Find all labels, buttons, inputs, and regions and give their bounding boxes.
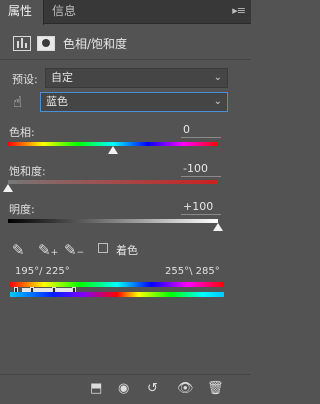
layer-mask-icon[interactable] xyxy=(37,36,55,51)
hue-value-field[interactable]: 0 xyxy=(181,123,221,138)
reset-icon[interactable]: ↺ xyxy=(147,381,158,396)
range-right-text: 255°\ 285° xyxy=(165,266,220,277)
input-color-bar xyxy=(10,282,224,287)
colorize-label: 着色 xyxy=(116,244,138,257)
hue-saturation-adjustment-icon xyxy=(13,36,31,51)
lightness-label: 明度: xyxy=(9,203,35,216)
channel-select[interactable]: 蓝色 ⌄ xyxy=(40,92,228,112)
preset-value: 自定 xyxy=(51,71,73,84)
saturation-slider-track[interactable] xyxy=(8,180,218,184)
chevron-down-icon: ⌄ xyxy=(213,72,222,83)
visibility-icon[interactable]: 👁 xyxy=(177,381,194,396)
saturation-value-field[interactable]: -100 xyxy=(181,162,221,177)
view-previous-icon[interactable]: ◉ xyxy=(118,381,129,396)
range-left-text: 195°/ 225° xyxy=(15,266,70,277)
hue-label: 色相: xyxy=(9,126,35,139)
adjustment-title: 色相/饱和度 xyxy=(63,37,128,51)
panel-footer: ⬒ ◉ ↺ 👁 🗑 xyxy=(0,374,251,404)
targeted-adjustment-hand-icon[interactable]: ☝ xyxy=(13,93,22,111)
add-to-sample-eyedropper-icon[interactable]: ✎+ xyxy=(38,241,58,259)
lightness-value-field[interactable]: +100 xyxy=(181,200,221,215)
preset-select[interactable]: 自定 ⌄ xyxy=(45,68,228,88)
tab-properties[interactable]: 属性 xyxy=(0,0,44,25)
saturation-slider-thumb[interactable] xyxy=(3,184,13,192)
panel-tab-bar: 属性 信息 ▸≡ xyxy=(0,0,251,25)
adjustment-header: 色相/饱和度 xyxy=(0,26,251,60)
tab-info[interactable]: 信息 xyxy=(44,0,84,24)
chevron-down-icon: ⌄ xyxy=(213,96,222,107)
subtract-from-sample-eyedropper-icon[interactable]: ✎− xyxy=(64,241,84,259)
delete-icon[interactable]: 🗑 xyxy=(207,381,224,396)
panel-menu-icon[interactable]: ▸≡ xyxy=(232,4,246,17)
clip-to-layer-icon[interactable]: ⬒ xyxy=(90,381,102,396)
channel-value: 蓝色 xyxy=(46,95,68,108)
lightness-slider-track[interactable] xyxy=(8,219,218,223)
preset-label: 预设: xyxy=(12,73,38,86)
hue-slider-thumb[interactable] xyxy=(108,146,118,154)
output-color-bar xyxy=(10,292,224,297)
saturation-label: 饱和度: xyxy=(9,165,46,178)
lightness-slider-thumb[interactable] xyxy=(213,223,223,231)
eyedropper-icon[interactable]: ✎ xyxy=(12,241,25,259)
colorize-checkbox[interactable] xyxy=(98,243,108,253)
